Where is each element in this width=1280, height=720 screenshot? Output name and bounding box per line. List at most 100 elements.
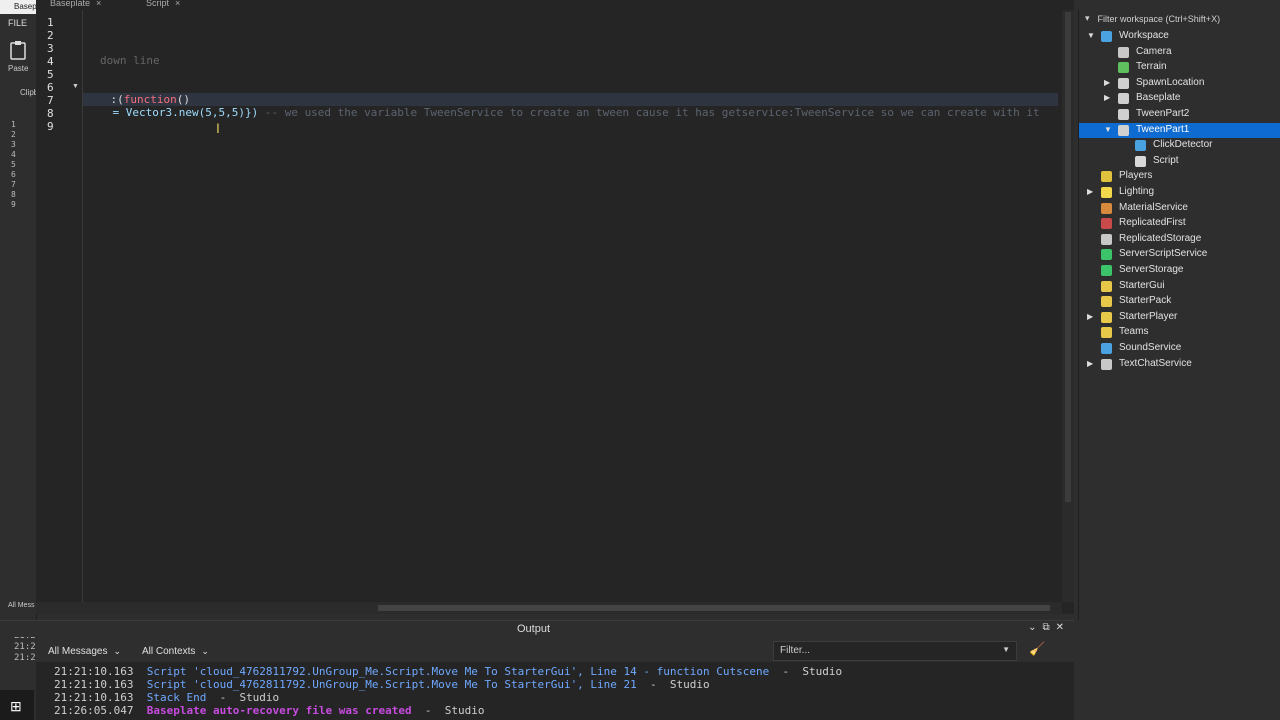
tree-item-label: StarterPack	[1119, 295, 1172, 307]
tab-baseplate[interactable]: Baseplate ×	[50, 0, 101, 10]
close-icon[interactable]: ✕	[1056, 622, 1064, 633]
left-line-number: 1	[11, 120, 16, 129]
tree-item-tweenpart1[interactable]: ▼ TweenPart1	[1079, 122, 1280, 138]
tree-item-label: TweenPart2	[1136, 108, 1190, 119]
tree-item-teams[interactable]: Teams	[1079, 325, 1280, 340]
service-icon	[1101, 233, 1112, 245]
service-icon	[1118, 109, 1129, 120]
log-timestamp: 21:21:10.163	[54, 678, 147, 691]
explorer-filter-placeholder: Filter workspace (Ctrl+Shift+X)	[1097, 13, 1221, 24]
tree-item-script[interactable]: Script	[1079, 154, 1280, 169]
collapse-arrow-icon[interactable]: ▼	[1087, 31, 1095, 40]
service-icon	[1101, 202, 1112, 214]
chevron-down-icon[interactable]: ⌄	[1028, 622, 1036, 633]
tree-item-label: Teams	[1119, 326, 1149, 338]
output-title: Output	[517, 623, 551, 635]
ribbon-tab-file[interactable]: FILE	[8, 18, 27, 28]
tree-item-materialservice[interactable]: MaterialService	[1079, 201, 1280, 216]
clear-output-icon[interactable]: 🧹	[1029, 641, 1045, 657]
output-titlebar: Output ⌄ ⧉ ✕	[0, 620, 1074, 637]
service-icon	[1101, 296, 1112, 308]
editor-horizontal-scrollbar[interactable]	[36, 602, 1062, 614]
editor-vertical-scrollbar[interactable]	[1062, 10, 1074, 602]
collapse-arrow-icon[interactable]: ▼	[1104, 125, 1112, 134]
tree-item-label: Baseplate	[1136, 92, 1181, 104]
tree-item-label: Lighting	[1119, 186, 1155, 197]
output-toolbar: All Messages ⌄ All Contexts ⌄ Filter... …	[36, 638, 1074, 662]
line-number: 3	[47, 42, 54, 55]
windows-start-button[interactable]: ⊞	[0, 690, 34, 720]
tree-item-serverscriptservice[interactable]: ServerScriptService	[1079, 247, 1280, 262]
paste-icon[interactable]	[8, 40, 28, 60]
scrollbar-thumb[interactable]	[378, 605, 1050, 611]
tree-item-label: Terrain	[1136, 61, 1167, 73]
fold-arrow-icon[interactable]: ▼	[72, 83, 79, 90]
explorer-filter[interactable]: ▾ Filter workspace (Ctrl+Shift+X)	[1085, 13, 1220, 24]
undock-icon[interactable]: ⧉	[1042, 622, 1049, 633]
tree-item-label: ClickDetector	[1153, 139, 1213, 151]
close-icon[interactable]: ×	[175, 0, 180, 8]
tab-baseplate-label: Baseplate	[50, 0, 91, 8]
tab-script[interactable]: Script ×	[146, 0, 180, 10]
tree-item-label: Workspace	[1119, 30, 1169, 41]
service-icon	[1101, 218, 1112, 230]
tree-item-startergui[interactable]: StarterGui	[1079, 279, 1280, 294]
expand-arrow-icon[interactable]: ▶	[1087, 187, 1093, 196]
tree-item-serverstorage[interactable]: ServerStorage	[1079, 263, 1280, 278]
output-log: 21:21:10.163 Script 'cloud_4762811792.Un…	[36, 662, 1074, 720]
tree-item-label: Camera	[1136, 45, 1172, 57]
filter-icon[interactable]: ▾	[1085, 13, 1090, 24]
service-icon	[1118, 124, 1129, 136]
service-icon	[1118, 62, 1129, 74]
tree-item-lighting[interactable]: ▶ Lighting	[1079, 185, 1280, 200]
expand-arrow-icon[interactable]: ▶	[1087, 312, 1093, 321]
service-icon	[1101, 187, 1112, 198]
tree-item-replicatedfirst[interactable]: ReplicatedFirst	[1079, 216, 1280, 231]
tree-item-soundservice[interactable]: SoundService	[1079, 341, 1280, 356]
left-line-number: 8	[11, 190, 16, 199]
close-icon[interactable]: ×	[96, 0, 101, 8]
tree-item-tweenpart2[interactable]: TweenPart2	[1079, 107, 1280, 122]
tree-item-workspace[interactable]: ▼ Workspace	[1079, 29, 1280, 44]
expand-arrow-icon[interactable]: ▶	[1087, 359, 1093, 368]
tree-item-starterpack[interactable]: StarterPack	[1079, 294, 1280, 309]
chevron-down-icon[interactable]: ▼	[1002, 645, 1010, 654]
paste-label[interactable]: Paste	[8, 64, 28, 73]
left-line-number: 4	[11, 150, 16, 159]
line-number: 4	[47, 55, 54, 68]
tree-item-spawnlocation[interactable]: ▶ SpawnLocation	[1079, 76, 1280, 91]
expand-arrow-icon[interactable]: ▶	[1104, 78, 1110, 87]
service-icon	[1101, 358, 1112, 370]
tree-item-terrain[interactable]: Terrain	[1079, 60, 1280, 75]
output-filter-input[interactable]: Filter... ▼	[773, 641, 1017, 661]
window-title-text: Basep	[14, 2, 37, 11]
service-icon	[1101, 280, 1112, 292]
scrollbar-thumb[interactable]	[1065, 12, 1071, 502]
contexts-dropdown[interactable]: All Contexts ⌄	[142, 642, 209, 660]
expand-arrow-icon[interactable]: ▶	[1104, 93, 1110, 102]
messages-dropdown[interactable]: All Messages ⌄	[48, 642, 121, 660]
tree-item-camera[interactable]: Camera	[1079, 45, 1280, 60]
line-number: 2	[47, 29, 54, 42]
tree-item-players[interactable]: Players	[1079, 169, 1280, 184]
log-message: Stack End	[146, 691, 207, 704]
service-icon	[1101, 171, 1112, 183]
tree-item-starterplayer[interactable]: ▶ StarterPlayer	[1079, 310, 1280, 325]
messages-dropdown-label: All Messages	[48, 645, 108, 657]
tree-item-baseplate[interactable]: ▶ Baseplate	[1079, 91, 1280, 106]
tree-item-label: ReplicatedStorage	[1119, 232, 1202, 244]
service-icon	[1101, 31, 1112, 42]
left-line-number: 3	[11, 140, 16, 149]
tree-item-label: ServerScriptService	[1119, 248, 1208, 260]
tab-script-label: Script	[146, 0, 170, 8]
left-line-number: 6	[11, 170, 16, 179]
ibeam-cursor-icon: I	[216, 120, 220, 136]
script-editor[interactable]: 1 2 3 4 5 6 7 8 9 ▼ down line :(function() = Vect…	[36, 10, 1074, 614]
left-line-number: 2	[11, 130, 16, 139]
log-message: Script 'cloud_4762811792.UnGroup_Me.Scri…	[146, 665, 770, 678]
tree-item-replicatedstorage[interactable]: ReplicatedStorage	[1079, 232, 1280, 247]
tree-item-clickdetector[interactable]: ClickDetector	[1079, 138, 1280, 153]
tree-item-textchatservice[interactable]: ▶ TextChatService	[1079, 357, 1280, 372]
log-timestamp: 21:21:10.163	[54, 691, 147, 704]
code-line7-comment: -- we used the variable TweenService to …	[264, 106, 1040, 119]
